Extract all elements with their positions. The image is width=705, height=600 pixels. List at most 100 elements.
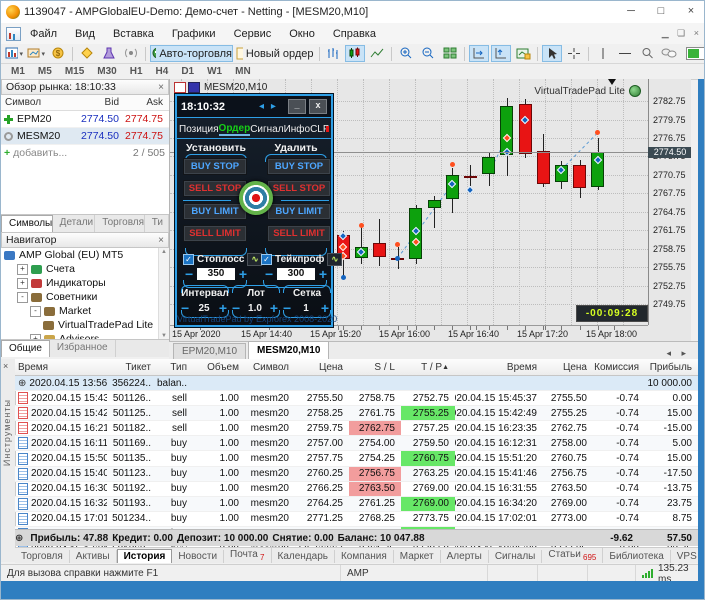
takeprofit-trail-icon[interactable]: ∿ — [327, 253, 343, 266]
magnifier-button[interactable] — [637, 45, 657, 62]
market-watch-tab-Символы[interactable]: Символы — [1, 215, 53, 232]
toolbox-close-icon[interactable]: × — [3, 361, 8, 371]
chart-shift-button[interactable] — [491, 45, 512, 62]
set-sell-stop-button[interactable]: SELL STOP — [183, 180, 247, 197]
timeframe-MN[interactable]: MN — [235, 66, 251, 77]
menu-Сервис[interactable]: Сервис — [225, 25, 281, 43]
navigator-close-icon[interactable]: × — [158, 235, 164, 246]
cursor-button[interactable] — [542, 45, 563, 62]
stoploss-plus[interactable]: + — [239, 267, 247, 281]
expand-icon[interactable]: + — [17, 277, 28, 289]
toolbox-tab-Активы[interactable]: Активы — [70, 550, 117, 563]
delete-buy-limit-button[interactable]: BUY LIMIT — [267, 203, 331, 220]
tree-node[interactable]: - Советники — [1, 290, 158, 304]
set-buy-stop-button[interactable]: BUY STOP — [183, 158, 247, 175]
vtp-minimize-button[interactable]: _ — [288, 99, 306, 114]
toolbox-tab-История[interactable]: История — [116, 549, 173, 563]
signals-button[interactable] — [121, 45, 141, 62]
takeprofit-minus[interactable]: − — [265, 267, 273, 281]
history-col-8[interactable]: Время — [455, 359, 543, 375]
delete-sell-limit-button[interactable]: SELL LIMIT — [267, 225, 331, 242]
navigator-tab-Избранное[interactable]: Избранное — [50, 340, 116, 357]
tree-node[interactable]: + Счета — [1, 262, 158, 276]
profiles-button[interactable]: ▾ — [26, 45, 46, 62]
toolbox-tab-Маркет[interactable]: Маркет — [394, 550, 441, 563]
stoploss-checkbox[interactable]: ✓ Стоплосс ∿ — [183, 253, 263, 266]
takeprofit-stepper[interactable]: − 300 + — [265, 267, 327, 281]
market-watch-tab-Детали[interactable]: Детали — [53, 215, 96, 232]
expand-icon[interactable]: + — [17, 263, 28, 275]
history-col-9[interactable]: Цена — [543, 359, 593, 375]
toolbox-tab-Календарь[interactable]: Календарь — [272, 550, 335, 563]
delete-buy-stop-button[interactable]: BUY STOP — [267, 158, 331, 175]
tree-node[interactable]: + Индикаторы — [1, 276, 158, 290]
vtp-page-arrows[interactable]: ◂ ▸ — [259, 101, 278, 112]
auto-scroll-button[interactable] — [469, 45, 490, 62]
col-bid[interactable]: Bid — [71, 97, 119, 108]
takeprofit-plus[interactable]: + — [319, 267, 327, 281]
vtp-tab-Сигнал[interactable]: Сигнал — [250, 124, 283, 135]
history-col-1[interactable]: Тикет — [107, 359, 157, 375]
autotrading-button[interactable]: Авто-торговля — [149, 45, 233, 62]
chart-window-icon[interactable] — [6, 26, 21, 41]
time-axis[interactable]: 15 Apr 2020 15 Apr 14:40 15 Apr 15:20 15 Ap… — [170, 325, 648, 341]
history-row[interactable]: 2020.04.15 15:43.. 501126.. sell 1.00 mesm20… — [15, 391, 698, 407]
history-col-11[interactable]: Прибыль — [645, 359, 698, 375]
symbols-button[interactable] — [77, 45, 97, 62]
history-col-5[interactable]: Цена — [295, 359, 349, 375]
history-col-3[interactable]: Объем — [193, 359, 245, 375]
tile-windows-button[interactable] — [440, 45, 460, 62]
toolbox-tab-Статьи[interactable]: Статьи 695 — [542, 548, 604, 563]
horizontal-line-button[interactable] — [615, 45, 635, 62]
stoploss-value[interactable]: 350 — [197, 268, 235, 280]
timeframe-H1[interactable]: H1 — [130, 66, 143, 77]
toolbox-tab-Новости[interactable]: Новости — [172, 550, 225, 563]
tree-node[interactable]: VirtualTradePad Lite — [1, 318, 158, 332]
col-symbol[interactable]: Символ — [1, 97, 71, 108]
price-axis[interactable]: 2782.752779.752776.752773.752770.752767.… — [648, 79, 691, 325]
history-row[interactable]: 2020.04.15 17:01.. 501234.. buy 1.00 mesm20 2… — [15, 512, 698, 527]
vtp-tab-Ордер[interactable]: Ордер — [218, 123, 251, 136]
candles-chart-button[interactable] — [345, 45, 366, 62]
history-row[interactable]: ⊕ 2020.04.15 13:56.. 356224.. balan.. 10 000… — [15, 376, 698, 392]
minimize-button[interactable]: ─ — [616, 1, 646, 23]
history-row[interactable]: 2020.04.15 16:21.. 501182.. sell 1.00 mesm20… — [15, 421, 698, 437]
market-watch-tab-Ти[interactable]: Ти — [145, 215, 170, 232]
delete-sell-stop-button[interactable]: SELL STOP — [267, 180, 331, 197]
line-chart-button[interactable] — [367, 45, 387, 62]
toolbox-tab-Компания[interactable]: Компания — [335, 550, 394, 563]
timeframe-W1[interactable]: W1 — [207, 66, 222, 77]
toolbox-tab-Алерты[interactable]: Алерты — [441, 550, 489, 563]
vertical-line-button[interactable] — [593, 45, 613, 62]
stoploss-minus[interactable]: − — [185, 267, 193, 281]
tree-node[interactable]: - Market — [1, 304, 158, 318]
history-row[interactable]: 2020.04.15 15:40.. 501123.. buy 1.00 mesm20 2… — [15, 466, 698, 482]
menu-Окно[interactable]: Окно — [280, 25, 324, 43]
timeframe-M30[interactable]: M30 — [97, 66, 116, 77]
collapse-icon[interactable]: - — [17, 291, 28, 303]
close-button[interactable]: × — [676, 1, 704, 23]
timeframe-H4[interactable]: H4 — [156, 66, 169, 77]
market-watch-row[interactable]: EPM20 2774.50 2774.75 — [1, 111, 169, 128]
timeframe-M5[interactable]: M5 — [38, 66, 52, 77]
col-ask[interactable]: Ask — [119, 97, 166, 108]
metaeditor-button[interactable] — [99, 45, 119, 62]
history-row[interactable]: 2020.04.15 15:50.. 501135.. buy 1.00 mesm20 2… — [15, 451, 698, 467]
history-col-2[interactable]: Тип — [157, 359, 193, 375]
menu-Справка[interactable]: Справка — [324, 25, 385, 43]
comments-button[interactable] — [659, 45, 679, 62]
timeframe-M1[interactable]: M1 — [11, 66, 25, 77]
toolbox-tab-VPS[interactable]: VPS — [671, 550, 698, 563]
chart-tab-scroll-arrows[interactable]: ◂ ▸ — [666, 348, 690, 359]
chart-tab-EPM20,M10[interactable]: EPM20,M10 — [173, 343, 247, 359]
history-col-10[interactable]: Комиссия — [593, 359, 645, 375]
history-row[interactable]: 2020.04.15 16:11.. 501169.. buy 1.00 mesm20 2… — [15, 436, 698, 452]
history-col-4[interactable]: Символ — [245, 359, 295, 375]
menu-Вид[interactable]: Вид — [66, 25, 104, 43]
vtp-tab-Позиция[interactable]: Позиция — [179, 124, 219, 135]
timeframe-D1[interactable]: D1 — [181, 66, 194, 77]
crosshair-button[interactable] — [564, 45, 584, 62]
toolbox-tab-Сигналы[interactable]: Сигналы — [489, 550, 543, 563]
history-row[interactable]: 2020.04.15 16:32.. 501193.. buy 1.00 mesm20 2… — [15, 496, 698, 512]
menu-Графики[interactable]: Графики — [163, 25, 225, 43]
